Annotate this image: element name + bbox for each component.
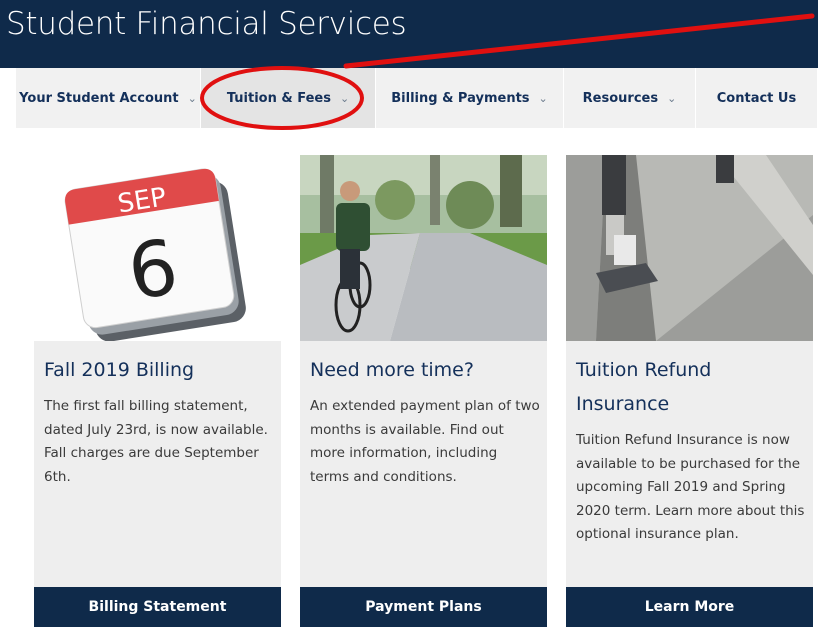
card-title: Need more time? xyxy=(310,359,474,381)
chevron-down-icon: ⌄ xyxy=(187,91,197,105)
site-header: Student Financial Services xyxy=(0,0,818,68)
nav-item-billing-payments[interactable]: Billing & Payments ⌄ xyxy=(376,68,564,128)
learn-more-button[interactable]: Learn More xyxy=(566,587,813,627)
chevron-down-icon: ⌄ xyxy=(538,91,548,105)
card-title: Tuition Refund Insurance xyxy=(576,359,712,415)
card-description: Tuition Refund Insurance is now availabl… xyxy=(576,432,805,542)
nav-item-resources[interactable]: Resources ⌄ xyxy=(564,68,696,128)
runner-photo xyxy=(566,155,813,341)
card-fall-billing: SEP 6 Fall 2019 Billing The first fall b… xyxy=(34,155,281,627)
card-payment-plan: Need more time? An extended payment plan… xyxy=(300,155,547,627)
nav-item-label: Contact Us xyxy=(716,90,797,106)
chevron-down-icon: ⌄ xyxy=(667,91,677,105)
nav-item-tuition-fees[interactable]: Tuition & Fees ⌄ xyxy=(201,68,376,128)
nav-item-label: Resources xyxy=(582,90,659,106)
card-title: Fall 2019 Billing xyxy=(44,359,195,381)
billing-statement-button[interactable]: Billing Statement xyxy=(34,587,281,627)
student-cycling-photo xyxy=(300,155,547,341)
site-title[interactable]: Student Financial Services xyxy=(6,6,407,42)
chevron-down-icon: ⌄ xyxy=(339,91,350,105)
runner-on-steps-image xyxy=(566,155,813,341)
nav-item-label: Billing & Payments xyxy=(391,90,530,106)
card-description: The first fall billing statement, dated … xyxy=(44,398,268,485)
nav-item-your-student-account[interactable]: Your Student Account ⌄ xyxy=(16,68,201,128)
nav-item-label: Your Student Account xyxy=(19,90,179,106)
nav-item-label: Tuition & Fees xyxy=(226,90,331,106)
calendar-icon: SEP 6 xyxy=(34,155,281,341)
main-nav: Your Student Account ⌄ Tuition & Fees ⌄ … xyxy=(16,68,818,128)
card-refund-insurance: Tuition Refund Insurance Tuition Refund … xyxy=(566,155,813,627)
calendar-image: SEP 6 xyxy=(34,155,281,341)
card-description: An extended payment plan of two months i… xyxy=(310,398,540,485)
nav-item-contact-us[interactable]: Contact Us xyxy=(696,68,818,128)
payment-plans-button[interactable]: Payment Plans xyxy=(300,587,547,627)
student-cycling-image xyxy=(300,155,547,341)
